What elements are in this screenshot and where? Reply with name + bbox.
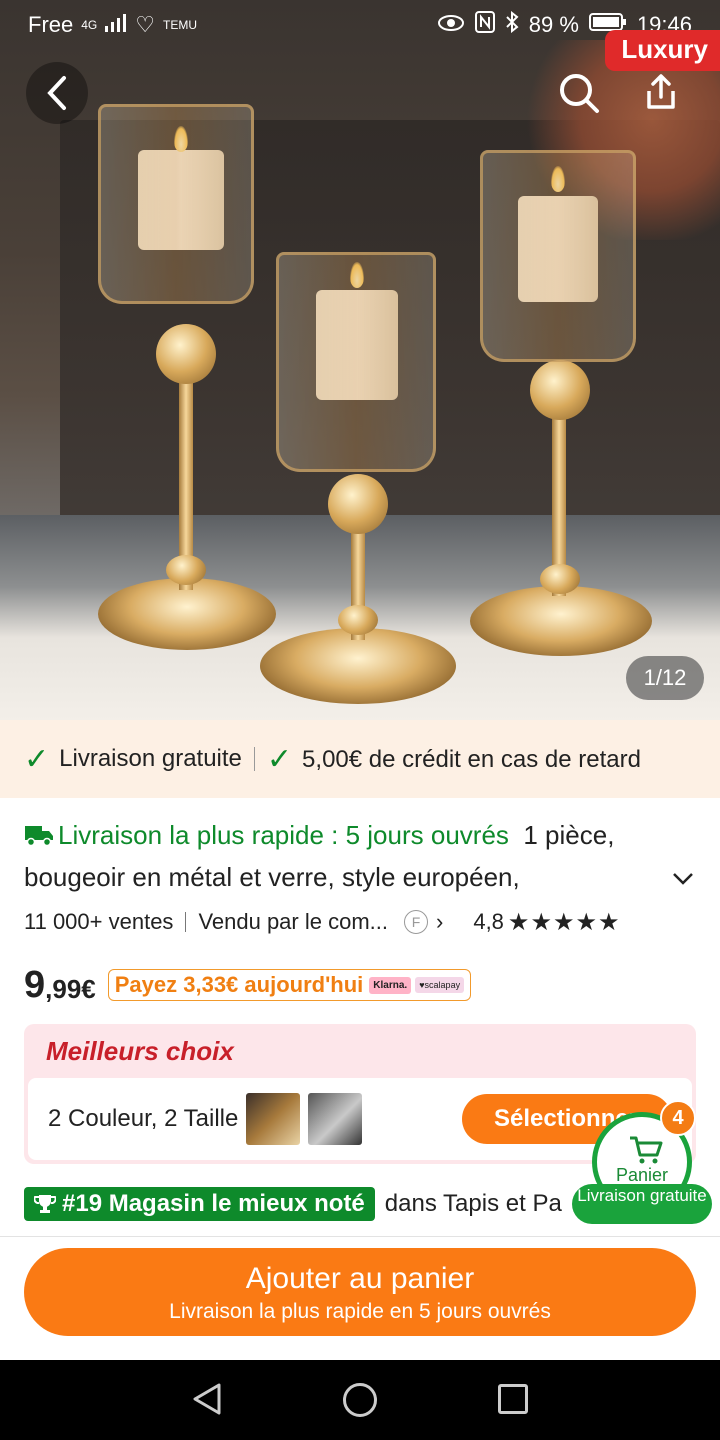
cart-free-delivery-badge: Livraison gratuite xyxy=(572,1184,712,1224)
back-button[interactable] xyxy=(26,62,88,124)
nfc-icon xyxy=(474,11,495,39)
add-to-cart-label: Ajouter au panier xyxy=(245,1262,475,1295)
add-to-cart-button[interactable]: Ajouter au panier Livraison la plus rapi… xyxy=(24,1248,696,1336)
price-integer: 9 xyxy=(24,963,46,1006)
fast-delivery-label: Livraison la plus rapide : 5 jours ouvré… xyxy=(58,820,509,850)
store-ranking-row[interactable]: #19 Magasin le mieux noté dans Tapis et … xyxy=(24,1186,572,1222)
nav-recents-icon[interactable] xyxy=(498,1384,528,1414)
ranking-category: dans Tapis et Pa xyxy=(384,1190,562,1217)
chevron-left-icon xyxy=(47,76,66,110)
installment-box[interactable]: Payez 3,33€ aujourd'hui Klarna. ♥scalapa… xyxy=(107,969,472,1001)
cart-count-badge: 4 xyxy=(660,1100,696,1136)
rating-stars-icon: ★★★★★ xyxy=(507,908,621,936)
variant-selector-card[interactable]: 2 Couleur, 2 Taille Sélectionner xyxy=(28,1078,692,1160)
ranking-badge-label: #19 Magasin le mieux noté xyxy=(62,1190,365,1217)
truck-icon xyxy=(25,826,53,847)
heart-icon: ♡ xyxy=(135,12,155,37)
product-title[interactable]: Livraison la plus rapide : 5 jours ouvré… xyxy=(24,814,704,898)
price-row: 9 ,99€ Payez 3,33€ aujourd'hui Klarna. ♥… xyxy=(24,960,472,1010)
search-icon xyxy=(560,74,599,113)
share-button[interactable] xyxy=(630,62,692,124)
battery-percent: 89 % xyxy=(528,12,579,37)
seller-badge-icon: F xyxy=(404,910,428,934)
divider xyxy=(0,1236,720,1237)
bluetooth-icon xyxy=(505,10,519,39)
klarna-logo: Klarna. xyxy=(369,976,412,994)
variant-thumbnail-gold[interactable] xyxy=(246,1093,301,1145)
divider xyxy=(185,912,187,932)
signal-icon xyxy=(105,12,127,38)
trophy-icon xyxy=(34,1195,56,1213)
system-navigation-bar xyxy=(0,1360,720,1440)
search-button[interactable] xyxy=(548,62,610,124)
check-icon: ✓ xyxy=(266,742,293,776)
nav-home-icon[interactable] xyxy=(343,1383,377,1417)
late-credit-label: 5,00€ de crédit en cas de retard xyxy=(302,745,641,773)
sales-count: 11 000+ ventes xyxy=(24,909,174,934)
divider xyxy=(253,747,255,771)
add-to-cart-sublabel: Livraison la plus rapide en 5 jours ouvr… xyxy=(169,1300,551,1323)
price-decimal: ,99€ xyxy=(45,973,96,1004)
nav-back-icon[interactable] xyxy=(192,1382,222,1416)
delivery-benefits-strip[interactable]: ✓ Livraison gratuite ✓ 5,00€ de crédit e… xyxy=(0,720,720,798)
variant-thumbnail-silver[interactable] xyxy=(308,1093,363,1145)
eye-icon xyxy=(437,12,465,38)
free-delivery-label: Livraison gratuite xyxy=(59,745,242,772)
scalapay-logo: ♥scalapay xyxy=(415,977,465,993)
best-choices-title: Meilleurs choix xyxy=(46,1036,234,1066)
chevron-down-icon[interactable] xyxy=(672,872,694,886)
image-counter: 1/12 xyxy=(626,656,704,700)
cart-icon xyxy=(630,1136,663,1164)
rating-value: 4,8 xyxy=(473,909,504,934)
pay-today-label: Payez 3,33€ aujourd'hui xyxy=(114,972,364,997)
temu-app-icon: TEMU xyxy=(163,17,197,32)
seller-label[interactable]: Vendu par le com... xyxy=(198,909,388,935)
share-icon xyxy=(647,74,675,109)
carrier-label: Free xyxy=(28,12,74,37)
sales-seller-row[interactable]: 11 000+ ventes Vendu par le com... F › 4… xyxy=(24,905,704,939)
ranking-badge: #19 Magasin le mieux noté xyxy=(24,1187,375,1221)
chevron-right-icon[interactable]: › xyxy=(436,909,443,935)
network-label: 4G xyxy=(81,17,98,32)
check-icon: ✓ xyxy=(24,742,50,776)
cart-label: Panier xyxy=(615,1165,669,1185)
product-image-gallery[interactable]: 1/12 xyxy=(0,0,720,720)
variant-summary: 2 Couleur, 2 Taille xyxy=(48,1105,239,1132)
